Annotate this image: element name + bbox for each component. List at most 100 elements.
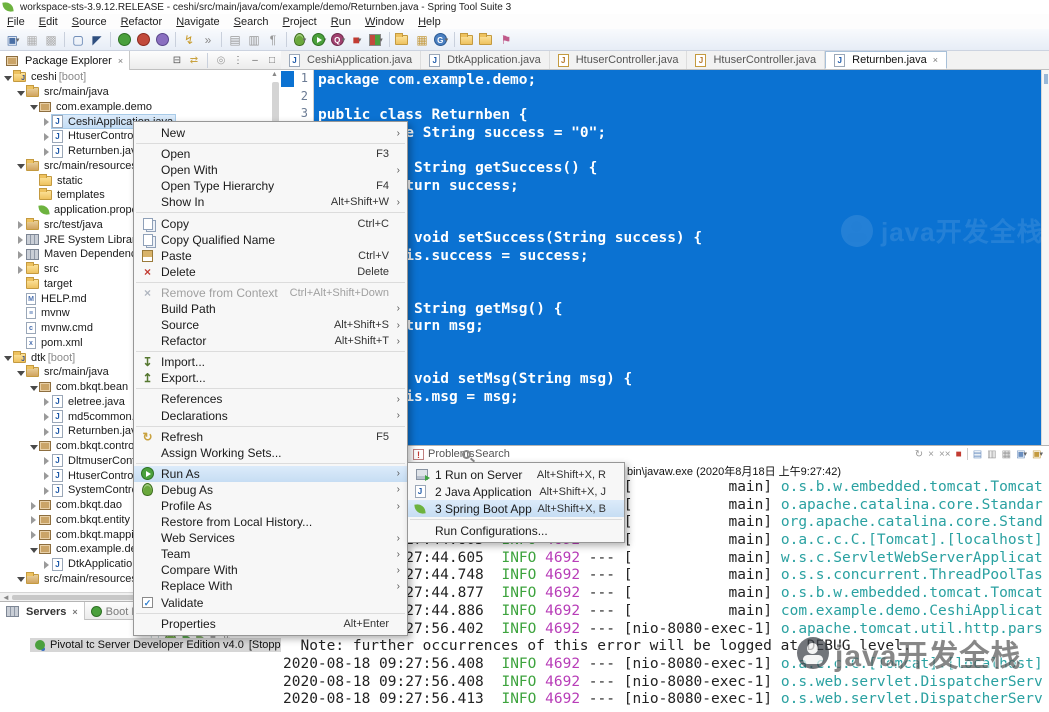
menu-item-open-type-hierarchy[interactable]: Open Type HierarchyF4	[134, 178, 407, 194]
menu-item-debug-as[interactable]: Debug As›	[134, 482, 407, 498]
close-icon[interactable]: ×	[933, 55, 938, 65]
expanded-arrow-icon[interactable]	[16, 88, 25, 97]
server-item[interactable]: Pivotal tc Server Developer Edition v4.0…	[30, 638, 301, 652]
collapsed-arrow-icon[interactable]	[42, 486, 51, 495]
menu-item-delete[interactable]: ×DeleteDelete	[134, 264, 407, 280]
collapsed-arrow-icon[interactable]	[42, 132, 51, 141]
editor-tab-htusercontroller-java[interactable]: JHtuserController.java	[550, 51, 688, 69]
save-all-icon[interactable]: ▩	[42, 31, 60, 49]
close-icon[interactable]: ×	[118, 56, 123, 66]
clear-console-icon[interactable]: ▤	[973, 449, 982, 460]
expanded-arrow-icon[interactable]	[3, 73, 12, 82]
menu-item-source[interactable]: SourceAlt+Shift+S›	[134, 317, 407, 333]
editor-tab-returnben-java[interactable]: JReturnben.java×	[825, 51, 947, 69]
collapsed-arrow-icon[interactable]	[42, 147, 51, 156]
menu-edit[interactable]: Edit	[32, 16, 65, 28]
menu-file[interactable]: File	[0, 16, 32, 28]
collapsed-arrow-icon[interactable]	[29, 515, 38, 524]
display-console-icon[interactable]: ▣▾	[1016, 449, 1027, 460]
maximize-icon[interactable]: □	[265, 54, 279, 68]
expanded-arrow-icon[interactable]	[3, 353, 12, 362]
expanded-arrow-icon[interactable]	[16, 161, 25, 170]
menu-item-run-as[interactable]: Run As›	[134, 466, 407, 482]
collapsed-arrow-icon[interactable]	[16, 250, 25, 259]
menu-search[interactable]: Search	[227, 16, 276, 28]
mark-occurrences-icon[interactable]: ▤	[226, 31, 244, 49]
tree-item-com-example-demo[interactable]: com.example.demo	[0, 100, 281, 115]
collapsed-arrow-icon[interactable]	[42, 397, 51, 406]
menu-item-import[interactable]: ↧Import...	[134, 354, 407, 370]
collapsed-arrow-icon[interactable]	[16, 265, 25, 274]
menu-item-web-services[interactable]: Web Services›	[134, 530, 407, 546]
menu-item-compare-with[interactable]: Compare With›	[134, 562, 407, 578]
collapsed-arrow-icon[interactable]	[42, 117, 51, 126]
coverage-icon[interactable]: ▾	[367, 31, 385, 49]
collapsed-arrow-icon[interactable]	[42, 471, 51, 480]
profile-icon[interactable]: Q▾	[329, 31, 347, 49]
collapse-all-icon[interactable]: ⊟	[170, 54, 184, 68]
remove-all-launches-icon[interactable]: ××	[939, 449, 951, 460]
expanded-arrow-icon[interactable]	[29, 102, 38, 111]
new-wizard-icon[interactable]: ▣▾	[4, 31, 22, 49]
menu-item-declarations[interactable]: Declarations›	[134, 408, 407, 424]
menu-item-3-spring-boot-app[interactable]: 3 Spring Boot AppAlt+Shift+X, B	[408, 500, 624, 517]
relaunch-icon[interactable]: ↻	[915, 449, 923, 460]
pin-console-icon[interactable]: ▦	[1002, 449, 1011, 460]
view-menu-icon[interactable]: ⋮	[231, 54, 245, 68]
menu-item-restore-from-local-history[interactable]: Restore from Local History...	[134, 514, 407, 530]
collapsed-arrow-icon[interactable]	[42, 560, 51, 569]
menu-item-copy[interactable]: CopyCtrl+C	[134, 215, 407, 231]
menu-navigate[interactable]: Navigate	[169, 16, 226, 28]
new-package-icon[interactable]: ▦	[413, 31, 431, 49]
menu-item-open[interactable]: OpenF3	[134, 146, 407, 162]
terminate-icon[interactable]: ■▾	[348, 31, 366, 49]
menu-help[interactable]: Help	[411, 16, 448, 28]
link-with-editor-icon[interactable]: ⇄	[187, 54, 201, 68]
collapsed-arrow-icon[interactable]	[16, 220, 25, 229]
skip-breakpoints-icon[interactable]: »	[199, 31, 217, 49]
tree-item-ceshi[interactable]: ceshi [boot]	[0, 70, 281, 85]
menu-item-refactor[interactable]: RefactorAlt+Shift+T›	[134, 333, 407, 349]
menu-source[interactable]: Source	[65, 16, 114, 28]
editor-tab-dtkapplication-java[interactable]: JDtkApplication.java	[421, 51, 550, 69]
menu-item-remove-from-context[interactable]: ×Remove from ContextCtrl+Alt+Shift+Down	[134, 285, 407, 301]
menu-item-properties[interactable]: PropertiesAlt+Enter	[134, 616, 407, 632]
menu-refactor[interactable]: Refactor	[114, 16, 170, 28]
close-icon[interactable]: ×	[72, 607, 77, 617]
menu-project[interactable]: Project	[276, 16, 324, 28]
terminate-icon[interactable]: ■	[956, 449, 962, 460]
open-window-icon[interactable]: ▢	[69, 31, 87, 49]
selection-mode-icon[interactable]: ◤	[88, 31, 106, 49]
tree-item-src-main-java[interactable]: src/main/java	[0, 85, 281, 100]
expanded-arrow-icon[interactable]	[16, 574, 25, 583]
collapsed-arrow-icon[interactable]	[42, 456, 51, 465]
menu-window[interactable]: Window	[358, 16, 411, 28]
run-icon[interactable]: ▾	[310, 31, 328, 49]
menu-item-refresh[interactable]: ↻RefreshF5	[134, 429, 407, 445]
menu-item-build-path[interactable]: Build Path›	[134, 301, 407, 317]
menu-item-new[interactable]: New›	[134, 125, 407, 141]
menu-item-open-with[interactable]: Open With›	[134, 162, 407, 178]
overview-ruler[interactable]	[1041, 70, 1049, 445]
open-folder-icon[interactable]	[459, 31, 477, 49]
debug-icon[interactable]: ▾	[291, 31, 309, 49]
menu-item-replace-with[interactable]: Replace With›	[134, 578, 407, 594]
editor-tab-htusercontroller-java[interactable]: JHtuserController.java	[687, 51, 825, 69]
menu-item-run-configurations[interactable]: Run Configurations...	[408, 522, 624, 539]
menu-item-assign-working-sets[interactable]: Assign Working Sets...	[134, 445, 407, 461]
collapsed-arrow-icon[interactable]	[16, 235, 25, 244]
menu-item-references[interactable]: References›	[134, 391, 407, 407]
menu-item-2-java-application[interactable]: J2 Java ApplicationAlt+Shift+X, J	[408, 483, 624, 500]
browser-icon[interactable]: G▾	[432, 31, 450, 49]
menu-item-validate[interactable]: ✓Validate	[134, 595, 407, 611]
menu-item-profile-as[interactable]: Profile As›	[134, 498, 407, 514]
tab-search[interactable]: Search	[462, 448, 510, 460]
collapsed-arrow-icon[interactable]	[42, 427, 51, 436]
minimize-icon[interactable]: –	[248, 54, 262, 68]
text-mode-icon[interactable]: ¶	[264, 31, 282, 49]
menu-run[interactable]: Run	[324, 16, 358, 28]
pointcut-icon[interactable]	[153, 31, 171, 49]
menu-item-show-in[interactable]: Show InAlt+Shift+W›	[134, 194, 407, 210]
remove-launch-icon[interactable]: ×	[928, 449, 934, 460]
expanded-arrow-icon[interactable]	[16, 368, 25, 377]
